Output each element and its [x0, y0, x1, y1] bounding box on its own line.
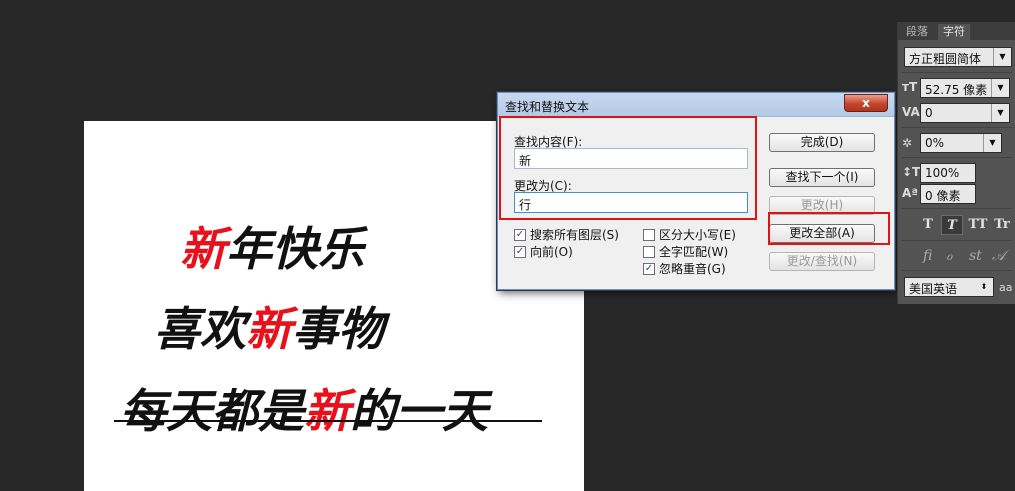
baseline-shift-value: 0 像素 — [925, 189, 961, 203]
text-segment: 喜欢 — [154, 302, 246, 356]
panel-divider — [902, 208, 1012, 209]
discretionary-ligature-icon[interactable]: st — [969, 248, 982, 264]
kerning-select[interactable]: 0 ▼ — [920, 103, 1010, 123]
checkbox-box — [643, 228, 655, 241]
panel-tabs: 段落 字符 — [898, 22, 1015, 40]
text-segment: 年快乐 — [226, 222, 364, 276]
font-size-value: 52.75 像素 — [925, 83, 988, 97]
text-line-3[interactable]: 每天都是新的一天 — [120, 375, 488, 441]
panel-divider — [902, 127, 1012, 128]
baseline-shift-input[interactable]: 0 像素 — [920, 184, 976, 204]
dialog-title: 查找和替换文本 — [505, 100, 590, 114]
forward-checkbox[interactable]: ✓ 向前(O) — [514, 243, 573, 260]
close-icon: x — [862, 96, 870, 110]
kerning-value: 0 — [925, 106, 933, 120]
chevron-down-icon: ▼ — [991, 104, 1009, 122]
panel-divider — [902, 240, 1012, 241]
change-find-button[interactable]: 更改/查找(N) — [769, 252, 875, 271]
ignore-accents-checkbox[interactable]: ✓ 忽略重音(G) — [643, 260, 726, 277]
vertical-scale-icon: ↕T — [902, 165, 921, 179]
highlight-box-change-all — [768, 212, 890, 245]
panel-divider — [902, 72, 1012, 73]
language-value: 美国英语 — [909, 282, 958, 296]
find-next-button[interactable]: 查找下一个(I) — [769, 168, 875, 187]
all-caps-button[interactable]: TT — [965, 215, 991, 235]
small-caps-button[interactable]: Tr — [991, 215, 1013, 235]
chevron-down-icon: ▼ — [983, 134, 1001, 152]
tracking-select[interactable]: 0% ▼ — [920, 133, 1002, 153]
checkbox-label: 全字匹配(W) — [659, 245, 729, 259]
italic-style-button[interactable]: T — [941, 215, 963, 235]
highlight-box-fields — [499, 116, 757, 220]
ligature-icon[interactable]: fi — [923, 248, 932, 264]
panel-divider — [902, 270, 1012, 271]
character-panel: 段落 字符 方正粗圆简体 ▼ тT 52.75 像素 ▼ VA 0 ▼ ✲ 0%… — [897, 22, 1015, 304]
kerning-icon: VA — [902, 105, 920, 119]
search-all-layers-checkbox[interactable]: ✓ 搜索所有图层(S) — [514, 226, 619, 243]
swash-icon[interactable]: 𝒜 — [992, 248, 1005, 264]
check-icon: ✓ — [514, 228, 526, 241]
panel-divider — [902, 157, 1012, 158]
tsume-icon: ✲ — [902, 136, 913, 150]
language-select[interactable]: 美国英语 ⬍ — [904, 277, 994, 297]
checkbox-label: 区分大小写(E) — [659, 228, 736, 242]
vertical-scale-value: 100% — [925, 166, 960, 180]
text-line-2[interactable]: 喜欢新事物 — [154, 293, 384, 359]
text-baseline — [114, 420, 542, 422]
bold-style-button[interactable]: T — [917, 215, 939, 235]
tracking-value: 0% — [925, 136, 945, 150]
checkbox-label: 忽略重音(G) — [659, 262, 726, 276]
text-segment: 事物 — [292, 302, 384, 356]
highlighted-char: 新 — [180, 222, 226, 276]
whole-word-checkbox[interactable]: 全字匹配(W) — [643, 243, 728, 260]
check-icon: ✓ — [643, 262, 655, 275]
text-line-1[interactable]: 新年快乐 — [180, 213, 364, 279]
tab-character[interactable]: 字符 — [938, 24, 970, 40]
font-size-icon: тT — [902, 80, 918, 94]
font-family-select[interactable]: 方正粗圆简体 ▼ — [904, 47, 1012, 67]
chevron-down-icon: ▼ — [993, 48, 1011, 66]
highlighted-char: 新 — [304, 384, 350, 438]
checkbox-label: 搜索所有图层(S) — [530, 228, 619, 242]
find-replace-dialog: 查找和替换文本 x 查找内容(F): 新 更改为(C): 行 完成(D) 查找下… — [497, 92, 895, 290]
tab-paragraph[interactable]: 段落 — [901, 24, 933, 40]
baseline-shift-icon: Aª — [902, 186, 919, 200]
checkbox-box — [643, 245, 655, 258]
close-button[interactable]: x — [844, 94, 888, 112]
font-size-select[interactable]: 52.75 像素 ▼ — [920, 78, 1010, 98]
chevron-down-icon: ▼ — [991, 79, 1009, 97]
dialog-titlebar[interactable]: 查找和替换文本 x — [498, 93, 894, 117]
text-segment: 的一天 — [350, 384, 488, 438]
highlighted-char: 新 — [246, 302, 292, 356]
antialias-icon[interactable]: aa — [999, 281, 1012, 294]
oldstyle-icon[interactable]: ℴ — [946, 248, 952, 264]
text-segment: 每天都是 — [120, 384, 304, 438]
vertical-scale-input[interactable]: 100% — [920, 163, 976, 183]
done-button[interactable]: 完成(D) — [769, 133, 875, 152]
font-family-value: 方正粗圆简体 — [909, 52, 982, 66]
case-sensitive-checkbox[interactable]: 区分大小写(E) — [643, 226, 736, 243]
checkbox-label: 向前(O) — [530, 245, 573, 259]
check-icon: ✓ — [514, 245, 526, 258]
updown-icon: ⬍ — [980, 282, 988, 291]
